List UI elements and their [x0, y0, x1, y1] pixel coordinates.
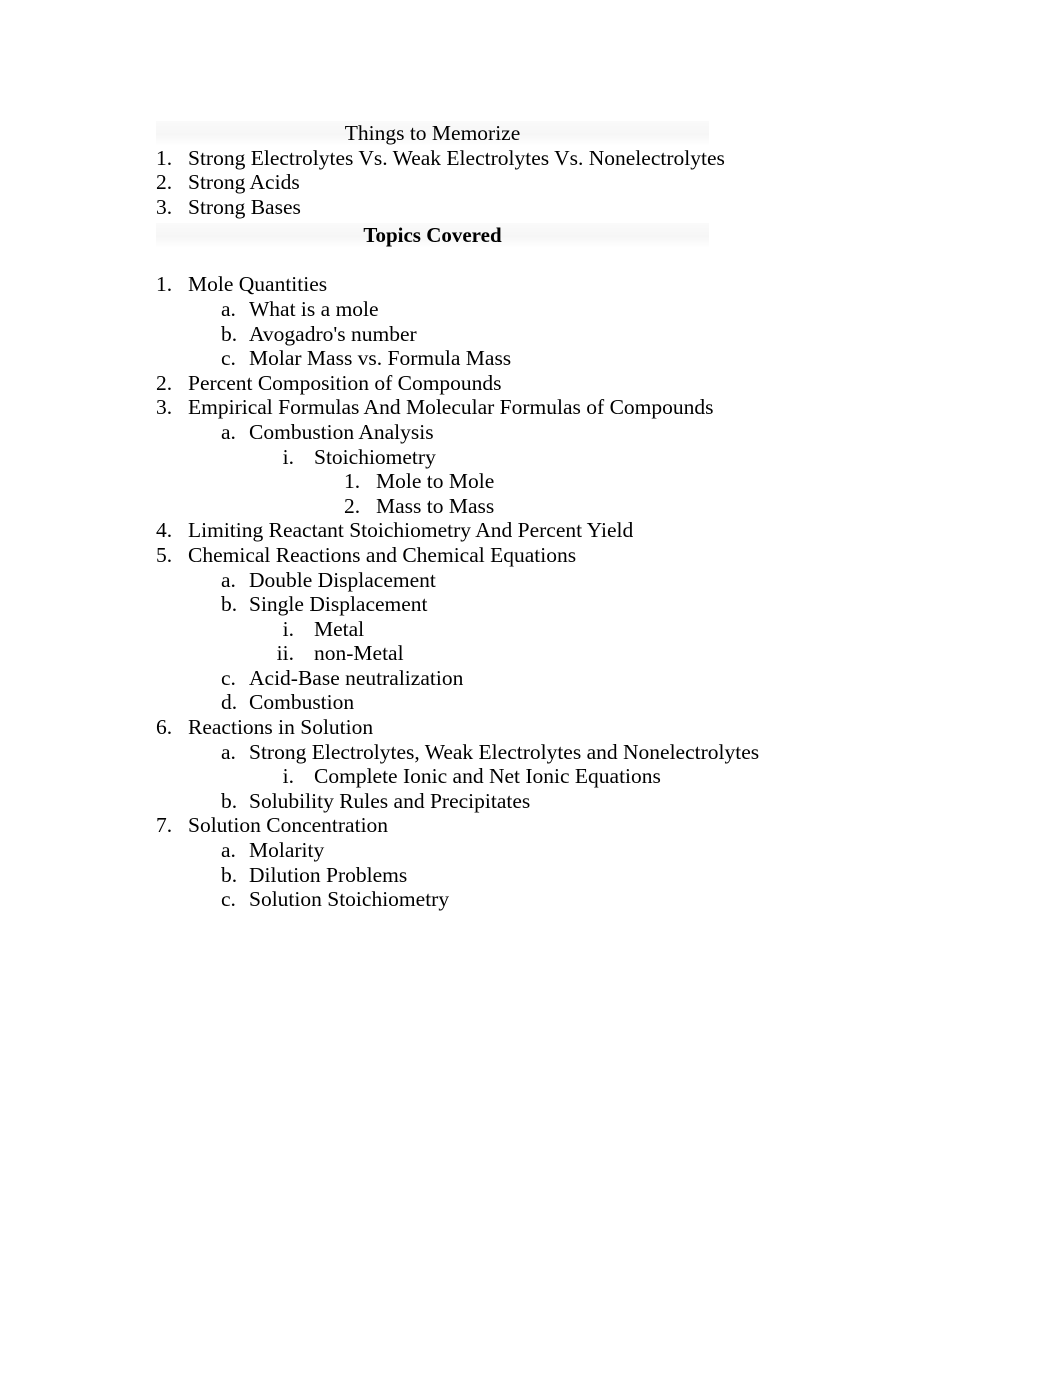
list-marker: 3. — [156, 194, 173, 219]
list-item: b. Single Displacement — [156, 592, 916, 617]
list-marker: 7. — [156, 813, 173, 838]
things-to-memorize-heading: Things to Memorize — [156, 121, 709, 146]
list-item-label: Combustion — [249, 690, 355, 715]
list-item-label: What is a mole — [249, 296, 379, 321]
list-item-label: Stoichiometry — [314, 444, 436, 469]
list-item: a. Strong Electrolytes, Weak Electrolytes… — [156, 740, 916, 765]
list-marker: i. — [282, 764, 294, 789]
list-item: 1. Mole to Mole — [156, 469, 916, 494]
list-item: 1. Mole Quantities — [156, 272, 916, 297]
list-item: 3. Empirical Formulas And Molecular Formu… — [156, 395, 916, 420]
list-item: c. Molar Mass vs. Formula Mass — [156, 346, 916, 371]
list-item-label: Strong Bases — [188, 194, 301, 219]
list-item-label: Strong Electrolytes, Weak Electrolytes a… — [249, 739, 760, 764]
list-item-label: Percent Composition of Compounds — [188, 370, 502, 395]
list-marker: a. — [221, 739, 236, 764]
list-item: a. Double Displacement — [156, 568, 916, 593]
list-item-label: Avogadro's number — [249, 321, 417, 346]
list-item: 2. Percent Composition of Compounds — [156, 371, 916, 396]
list-item-label: Complete Ionic and Net Ionic Equations — [314, 764, 661, 789]
list-marker: 5. — [156, 542, 173, 567]
list-marker: c. — [221, 346, 236, 371]
topics-list: 1. Mole Quantities a. What is a mole b. Avoga… — [156, 272, 916, 911]
list-marker: 2. — [156, 170, 173, 195]
list-item: i. Stoichiometry — [156, 445, 916, 470]
list-marker: b. — [221, 321, 238, 346]
list-item-label: Empirical Formulas And Molecular Formula… — [188, 395, 714, 420]
list-item-label: Mole to Mole — [376, 469, 495, 494]
list-item-label: Molar Mass vs. Formula Mass — [249, 346, 512, 371]
list-item: 6. Reactions in Solution — [156, 715, 916, 740]
list-item: i. Complete Ionic and Net Ionic Equations — [156, 764, 916, 789]
list-marker: 6. — [156, 715, 173, 740]
list-item: d. Combustion — [156, 690, 916, 715]
list-item-label: Solution Concentration — [188, 813, 389, 838]
list-marker: d. — [221, 690, 238, 715]
list-marker: a. — [221, 296, 236, 321]
list-item-label: Strong Acids — [188, 170, 300, 195]
list-item-label: Single Displacement — [249, 592, 428, 617]
list-marker: 1. — [344, 469, 361, 494]
list-item: a. Molarity — [156, 838, 916, 863]
list-marker: 1. — [156, 145, 173, 170]
list-marker: a. — [221, 838, 236, 863]
list-item-label: Combustion Analysis — [249, 419, 434, 444]
list-marker: b. — [221, 862, 238, 887]
list-item: c. Acid-Base neutralization — [156, 666, 916, 691]
list-item-label: Dilution Problems — [249, 862, 408, 887]
list-item-label: Metal — [314, 616, 365, 641]
list-item-label: Solution Stoichiometry — [249, 887, 450, 912]
topics-covered-heading: Topics Covered — [156, 223, 709, 248]
list-marker: b. — [221, 592, 238, 617]
list-marker: b. — [221, 788, 238, 813]
list-item: c. Solution Stoichiometry — [156, 887, 916, 912]
document-page: Things to Memorize 1. Strong Electrolyte… — [0, 0, 1062, 1377]
list-marker: c. — [221, 887, 236, 912]
list-marker: i. — [282, 444, 294, 469]
list-item-label: Mole Quantities — [188, 272, 328, 297]
list-item-label: Molarity — [249, 838, 325, 863]
list-item: 7. Solution Concentration — [156, 813, 916, 838]
memorize-list: 1. Strong Electrolytes Vs. Weak Electrol… — [156, 146, 916, 220]
list-item: ii. non-Metal — [156, 641, 916, 666]
list-item-label: Double Displacement — [249, 567, 436, 592]
list-item: a. What is a mole — [156, 297, 916, 322]
list-marker: ii. — [276, 641, 294, 666]
list-item-label: non-Metal — [314, 641, 404, 666]
list-item-label: Mass to Mass — [376, 493, 495, 518]
list-item-label: Acid-Base neutralization — [249, 665, 464, 690]
list-marker: a. — [221, 419, 236, 444]
list-item: 2. Strong Acids — [156, 170, 916, 195]
list-item-label: Limiting Reactant Stoichiometry And Perc… — [188, 518, 634, 543]
list-item: b. Avogadro's number — [156, 322, 916, 347]
list-item: 3. Strong Bases — [156, 195, 916, 220]
list-item-label: Solubility Rules and Precipitates — [249, 788, 531, 813]
list-item-label: Strong Electrolytes Vs. Weak Electrolyte… — [188, 145, 725, 170]
list-item: a. Combustion Analysis — [156, 420, 916, 445]
list-item: 4. Limiting Reactant Stoichiometry And Pe… — [156, 518, 916, 543]
list-item: 2. Mass to Mass — [156, 494, 916, 519]
list-item: i. Metal — [156, 617, 916, 642]
list-marker: 2. — [344, 493, 361, 518]
list-marker: i. — [282, 616, 294, 641]
list-item-label: Chemical Reactions and Chemical Equation… — [188, 542, 577, 567]
list-marker: a. — [221, 567, 236, 592]
list-item: b. Dilution Problems — [156, 863, 916, 888]
list-marker: c. — [221, 665, 236, 690]
list-item: b. Solubility Rules and Precipitates — [156, 789, 916, 814]
list-marker: 3. — [156, 395, 173, 420]
list-marker: 2. — [156, 370, 173, 395]
list-marker: 4. — [156, 518, 173, 543]
list-item: 1. Strong Electrolytes Vs. Weak Electrol… — [156, 146, 916, 171]
list-item: 5. Chemical Reactions and Chemical Equati… — [156, 543, 916, 568]
list-marker: 1. — [156, 272, 173, 297]
document-body: Things to Memorize 1. Strong Electrolyte… — [156, 121, 916, 912]
list-item-label: Reactions in Solution — [188, 715, 374, 740]
